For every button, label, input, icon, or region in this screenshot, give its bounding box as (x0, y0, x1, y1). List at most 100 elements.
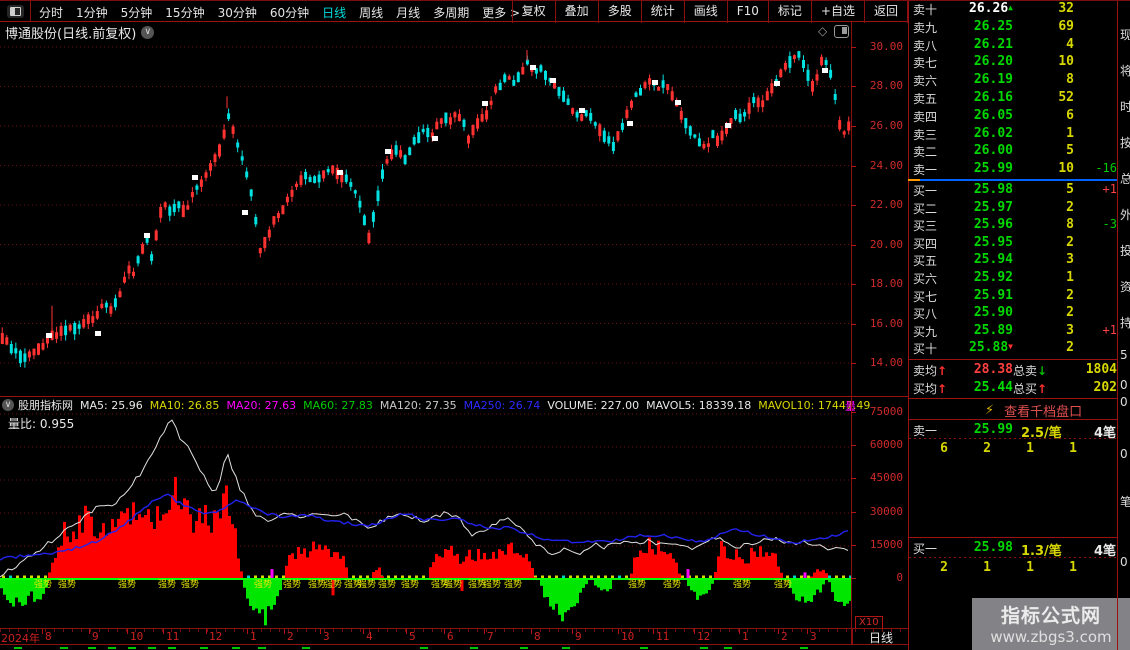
clipped-text: 时 (1120, 98, 1130, 115)
price-tick: 18.00 (869, 277, 903, 290)
volume-tick: 75000 (869, 405, 903, 418)
ask-level-8[interactable]: 卖八 26.21 4 (909, 37, 1118, 54)
menu-period-3[interactable]: 15分钟 (165, 6, 204, 20)
qiandang-ask-row[interactable]: 卖一 25.99 2.5/笔 4笔 (909, 422, 1118, 441)
chevron-down-icon[interactable]: ∨ (2, 399, 14, 411)
menu-period-1[interactable]: 1分钟 (76, 6, 108, 20)
menu-tool-0[interactable]: 复权 (511, 1, 555, 23)
time-tick: 11 (656, 630, 670, 643)
time-tick: 8 (534, 630, 541, 643)
volume-indicator-chart[interactable]: 强势 强势 强势 强势 强势 强势 强势 强势强势 强势强势 强势 强势 强势强势 强势强势 强势 强势 强势… (0, 397, 851, 628)
window-top-border (0, 0, 1130, 1)
bid-level-7[interactable]: 买七 25.91 2 (909, 288, 1118, 305)
bid-level-6[interactable]: 买六 25.92 1 (909, 270, 1118, 287)
ma-item: MA60: 27.83 (303, 398, 373, 412)
bid-level-3[interactable]: 买三 25.96 8 -3 (909, 217, 1118, 234)
bid-level-4[interactable]: 买四 25.95 2 (909, 235, 1118, 252)
svg-text:强势: 强势 (324, 578, 342, 590)
svg-text:强势: 强势 (34, 578, 52, 590)
watermark: 指标公式网 www.zbgs3.com (972, 598, 1130, 650)
svg-text:强势: 强势 (483, 578, 501, 590)
menu-period-0[interactable]: 分时 (39, 6, 63, 20)
price-tick: 28.00 (869, 79, 903, 92)
totals-row: 买均↑ 25.44 总买↑ 202 (913, 380, 1117, 396)
time-axis-year: 2024年 (1, 632, 40, 645)
ma-values: MA5: 25.96 MA10: 26.85 MA20: 27.63 MA60: 27… (80, 399, 877, 412)
menu-period-7[interactable]: 周线 (359, 6, 383, 20)
menu-tool-1[interactable]: 叠加 (554, 1, 598, 23)
svg-text:强势: 强势 (158, 578, 176, 590)
time-tick: 4 (366, 630, 373, 643)
ask-level-3[interactable]: 卖三 26.02 1 (909, 126, 1118, 143)
ask-level-10[interactable]: 卖十 26.26▲ 32 (909, 1, 1118, 18)
order-book-panel: 卖十 26.26▲ 32 卖九 26.25 69 卖八 26.21 4 卖七 2… (908, 0, 1118, 650)
volume-tick: 30000 (869, 505, 903, 518)
menu-tool-4[interactable]: 画线 (683, 1, 727, 23)
tools-menu: 复权 叠加 多股 统计 画线 F10 标记 +自选 返回 (511, 1, 908, 23)
menu-period-8[interactable]: 月线 (396, 6, 420, 20)
time-tick: 9 (575, 630, 582, 643)
clipped-text: 5 (1120, 348, 1128, 362)
top-menu-bar: 分时 1分钟 5分钟 15分钟 30分钟 60分钟 日线 周线 月线 多周期 更多 > 复权 叠加 多股… (0, 0, 908, 23)
candlestick-chart[interactable] (0, 22, 851, 396)
time-tick: 11 (166, 630, 180, 643)
volume-ratio: 量比: 0.955 (8, 417, 75, 431)
qiandang-bid-row[interactable]: 买一 25.98 1.3/笔 4笔 (909, 540, 1118, 559)
bid-ask-separator (908, 179, 1117, 181)
clipped-text: 笔 (1120, 493, 1130, 510)
menu-tool-6[interactable]: 标记 (767, 1, 811, 23)
price-tick: 16.00 (869, 317, 903, 330)
menu-period-5[interactable]: 60分钟 (270, 6, 309, 20)
ask-level-2[interactable]: 卖二 26.00 5 (909, 143, 1118, 160)
time-tick: 6 (447, 630, 454, 643)
menu-period-6[interactable]: 日线 (322, 6, 346, 20)
price-tick: 20.00 (869, 238, 903, 251)
time-tick: 12 (697, 630, 711, 643)
menu-period-2[interactable]: 5分钟 (121, 6, 153, 20)
qiandang-link[interactable]: ⚡ 查看千档盘口 (985, 401, 1082, 420)
axis-divider (851, 22, 852, 645)
svg-text:强势: 强势 (254, 578, 272, 590)
indicator-header: ∨ 股朋指标网 MA5: 25.96 MA10: 26.85 MA20: 27.63… (2, 398, 877, 412)
panel-toggle-icon[interactable] (7, 4, 24, 18)
menu-tool-2[interactable]: 多股 (597, 1, 641, 23)
ask-level-1[interactable]: 卖一 25.99 10 -16 (909, 161, 1118, 178)
indicator-name[interactable]: 股朋指标网 (18, 397, 73, 413)
svg-text:强势: 强势 (401, 578, 419, 590)
bid-level-8[interactable]: 买八 25.90 2 (909, 305, 1118, 322)
menu-tool-8[interactable]: 返回 (863, 1, 908, 23)
ask-level-4[interactable]: 卖四 26.05 6 (909, 108, 1118, 125)
svg-text:强势: 强势 (733, 578, 751, 590)
clipped-text: 按 (1120, 134, 1130, 151)
ma-item: VOLUME: 227.00 (547, 398, 640, 412)
ma-item: MAVOL5: 18339.18 (646, 398, 752, 412)
totals-row: 卖均↑ 28.38 总卖↓ 1804 (913, 362, 1117, 378)
svg-text:强势: 强势 (663, 578, 681, 590)
bid-level-2[interactable]: 买二 25.97 2 (909, 200, 1118, 217)
menu-period-9[interactable]: 多周期 (433, 6, 469, 20)
ask-level-7[interactable]: 卖七 26.20 10 (909, 54, 1118, 71)
bid-level-10[interactable]: 买十 25.88▼ 2 (909, 340, 1118, 357)
volume-tick: 45000 (869, 471, 903, 484)
bid-level-1[interactable]: 买一 25.98 5 +1 (909, 182, 1118, 199)
time-tick: 10 (621, 630, 635, 643)
ask-level-6[interactable]: 卖六 26.19 8 (909, 72, 1118, 89)
clipped-text: 投 (1120, 242, 1130, 259)
menu-tool-3[interactable]: 统计 (640, 1, 684, 23)
bid-level-9[interactable]: 买九 25.89 3 +1 (909, 323, 1118, 340)
volume-tick: 0 (896, 571, 903, 584)
time-tick: 1 (250, 630, 257, 643)
ask-level-5[interactable]: 卖五 26.16 52 (909, 90, 1118, 107)
time-tick: 8 (45, 630, 52, 643)
menu-tool-5[interactable]: F10 (726, 1, 768, 23)
trading-terminal: 分时 1分钟 5分钟 15分钟 30分钟 60分钟 日线 周线 月线 多周期 更多 > 复权 叠加 多股… (0, 0, 1130, 650)
price-tick: 22.00 (869, 198, 903, 211)
ask-level-9[interactable]: 卖九 26.25 69 (909, 19, 1118, 36)
lightning-icon: ⚡ (985, 403, 995, 418)
time-tick: 2 (287, 630, 294, 643)
menu-tool-7[interactable]: +自选 (810, 1, 864, 23)
time-tick: 5 (409, 630, 416, 643)
menu-period-4[interactable]: 30分钟 (218, 6, 257, 20)
bid-level-5[interactable]: 买五 25.94 3 (909, 252, 1118, 269)
clipped-text: 总 (1120, 170, 1130, 187)
